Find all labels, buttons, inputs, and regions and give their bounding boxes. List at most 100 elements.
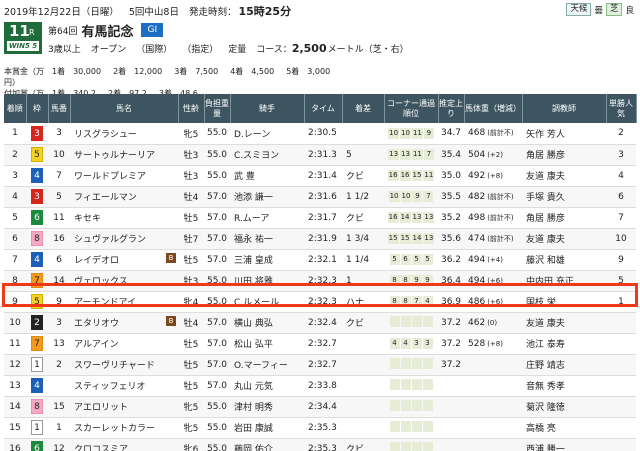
trainer-link[interactable]: 友道 康夫 <box>526 319 565 329</box>
horse-name-link[interactable]: レイデオロ <box>74 256 119 266</box>
cell-trainer: 国枝 栄 <box>522 291 606 313</box>
horse-name-link[interactable]: クロコスミア <box>74 445 128 451</box>
jockey-link[interactable]: 福永 祐一 <box>234 235 273 245</box>
trainer-link[interactable]: 菊沢 隆徳 <box>526 403 565 413</box>
table-row[interactable]: 3 4 7 ワールドプレミア 牡3 55.0 武 豊 2:31.4 クビ 16 16 15 11 35.0… <box>4 165 636 187</box>
horse-name-link[interactable]: リスグラシュー <box>74 130 137 140</box>
cell-sex-age: 牡3 <box>178 144 204 166</box>
horse-name-link[interactable]: スカーレットカラー <box>74 424 155 434</box>
trainer-link[interactable]: 国枝 栄 <box>526 298 556 308</box>
trainer-link[interactable]: 手塚 貴久 <box>526 193 565 203</box>
horse-name-link[interactable]: ワールドプレミア <box>74 172 146 182</box>
header-horse-name[interactable]: 馬名 <box>70 94 179 123</box>
jockey-link[interactable]: O.マーフィー <box>234 361 288 371</box>
cell-last-3f: 35.6 <box>438 228 464 250</box>
cell-body-weight <box>464 375 522 397</box>
table-row[interactable]: 8 7 14 ヴェロックス 牡3 55.0 川田 将雅 2:32.3 1 8 8 9 9 36.4 494(… <box>4 270 636 292</box>
horse-name-link[interactable]: シュヴァルグラン <box>74 235 146 245</box>
trainer-link[interactable]: 音無 秀孝 <box>526 382 565 392</box>
jockey-link[interactable]: 武 豊 <box>234 172 255 182</box>
trainer-link[interactable]: 中内田 充正 <box>526 277 574 287</box>
table-row[interactable]: 10 2 3 エタリオウ B 牡4 57.0 横山 典弘 2:32.4 クビ 37.2 462 (0) 友… <box>4 312 636 334</box>
horse-name-link[interactable]: スティッフェリオ <box>74 382 145 392</box>
trainer-link[interactable]: 高橋 亮 <box>526 424 556 434</box>
header-rank[interactable]: 着順 <box>4 94 27 123</box>
horse-name-link[interactable]: サートゥルナーリア <box>74 151 155 161</box>
body-weight-diff: (+2) <box>487 150 503 159</box>
body-weight-diff: (前計不) <box>487 234 514 243</box>
cell-corner-positions: 4433 <box>384 333 438 355</box>
header-corner-positions[interactable]: コーナー通過順位 <box>384 94 439 123</box>
header-body-weight[interactable]: 馬体重（増減） <box>464 94 523 123</box>
trainer-link[interactable]: 藤沢 和雄 <box>526 256 565 266</box>
cell-trainer: 友道 康夫 <box>522 165 606 187</box>
jockey-link[interactable]: 松山 弘平 <box>234 340 273 350</box>
cell-time: 2:35.3 <box>304 417 342 439</box>
trainer-link[interactable]: 友道 康夫 <box>526 235 565 245</box>
header-time[interactable]: タイム <box>304 94 343 123</box>
table-row[interactable]: 2 5 10 サートゥルナーリア 牡3 55.0 C.スミヨン 2:31.3 5 13 13 11 7 3… <box>4 144 636 166</box>
header-trainer[interactable]: 調教師 <box>522 94 607 123</box>
trainer-link[interactable]: 西浦 勝一 <box>526 445 565 451</box>
cell-trainer: 菊沢 隆徳 <box>522 396 606 418</box>
table-row[interactable]: 6 8 16 シュヴァルグラン 牡7 57.0 福永 祐一 2:31.9 1 3/4 15 15 14… <box>4 228 636 250</box>
cell-body-weight: 468 (前計不) <box>464 123 522 145</box>
horse-name-link[interactable]: エタリオウ <box>74 319 119 329</box>
jockey-link[interactable]: C.ルメール <box>234 298 279 308</box>
header-sex-age[interactable]: 性齢 <box>178 94 205 123</box>
jockey-link[interactable]: 池添 謙一 <box>234 193 273 203</box>
horse-name-link[interactable]: スワーヴリチャード <box>74 361 155 371</box>
horse-name-link[interactable]: アルアイン <box>74 340 118 350</box>
header-weight-carried[interactable]: 負担重量 <box>204 94 231 123</box>
horse-name-link[interactable]: キセキ <box>74 214 101 224</box>
trainer-link[interactable]: 角居 勝彦 <box>526 214 565 224</box>
header-last-3f[interactable]: 推定上り <box>438 94 465 123</box>
header-horse-number[interactable]: 馬番 <box>48 94 71 123</box>
table-row[interactable]: 9 5 9 アーモンドアイ 牝4 55.0 C.ルメール 2:32.3 ハナ 8 8 7 4 36.9 48… <box>4 291 636 313</box>
horse-name-link[interactable]: ヴェロックス <box>74 277 128 287</box>
jockey-link[interactable]: 藤岡 佑介 <box>234 445 273 451</box>
table-row[interactable]: 12 1 2 スワーヴリチャード 牡5 57.0 O.マーフィー 2:32.7 37.2 庄野 靖… <box>4 354 636 376</box>
table-row[interactable]: 1 3 3 リスグラシュー 牝5 55.0 D.レーン 2:30.5 10 10 11 9 34.7 46… <box>4 123 636 145</box>
table-row[interactable]: 7 4 6 レイデオロ B 牡5 57.0 三浦 皇成 2:32.1 1 1/4 5 6 5 5 36.2 4… <box>4 249 636 271</box>
trainer-link[interactable]: 友道 康夫 <box>526 172 565 182</box>
jockey-link[interactable]: D.レーン <box>234 130 270 140</box>
cell-rank: 15 <box>4 417 26 439</box>
jockey-link[interactable]: R.ムーア <box>234 214 269 224</box>
table-row[interactable]: 5 6 11 キセキ 牡5 57.0 R.ムーア 2:31.7 クビ 16 14 13 13 35.2 49… <box>4 207 636 229</box>
weather-label: 天候 <box>566 3 592 16</box>
table-row[interactable]: 16 6 12 クロコスミア 牝6 55.0 藤岡 佑介 2:35.3 クビ 西浦 勝一 <box>4 438 636 451</box>
trainer-link[interactable]: 池江 泰寿 <box>526 340 565 350</box>
corner-position: 13 <box>388 149 400 160</box>
table-row[interactable]: 13 4 スティッフェリオ 牡5 57.0 丸山 元気 2:33.8 音無 秀孝 <box>4 375 636 397</box>
cell-sex-age: 牝6 <box>178 438 204 451</box>
jockey-link[interactable]: 岩田 康誠 <box>234 424 273 434</box>
horse-name-link[interactable]: アーモンドアイ <box>74 298 136 308</box>
table-row[interactable]: 4 3 5 フィエールマン 牡4 57.0 池添 謙一 2:31.6 1 1/2 10 10 9 7 35… <box>4 186 636 208</box>
trainer-link[interactable]: 矢作 芳人 <box>526 130 565 140</box>
jockey-link[interactable]: 川田 将雅 <box>234 277 273 287</box>
header-jockey[interactable]: 騎手 <box>230 94 305 123</box>
jockey-link[interactable]: 三浦 皇成 <box>234 256 273 266</box>
table-row[interactable]: 14 8 15 アエロリット 牝5 55.0 津村 明秀 2:34.4 菊沢 隆徳 <box>4 396 636 418</box>
horse-name-link[interactable]: アエロリット <box>74 403 128 413</box>
condition-age: 3歳以上 <box>48 45 81 55</box>
body-weight: 494 <box>468 275 486 286</box>
jockey-link[interactable]: C.スミヨン <box>234 151 279 161</box>
jockey-link[interactable]: 丸山 元気 <box>234 382 273 392</box>
corner-position <box>389 441 400 451</box>
header-margin[interactable]: 着差 <box>342 94 385 123</box>
corner-position: 10 <box>400 127 411 139</box>
corner-position <box>422 315 433 327</box>
header-popularity[interactable]: 単勝人気 <box>606 94 637 123</box>
trainer-link[interactable]: 庄野 靖志 <box>526 361 565 371</box>
horse-name-link[interactable]: フィエールマン <box>74 193 137 203</box>
header-waku[interactable]: 枠 <box>26 94 49 123</box>
trainer-link[interactable]: 角居 勝彦 <box>526 151 565 161</box>
table-row[interactable]: 15 1 1 スカーレットカラー 牝5 55.0 岩田 康誠 2:35.3 高橋 亮 <box>4 417 636 439</box>
table-row[interactable]: 11 7 13 アルアイン 牡5 57.0 松山 弘平 2:32.7 4 4 3 3 37.2 528 (+… <box>4 333 636 355</box>
cell-trainer: 矢作 芳人 <box>522 123 606 145</box>
jockey-link[interactable]: 津村 明秀 <box>234 403 273 413</box>
jockey-link[interactable]: 横山 典弘 <box>234 319 273 329</box>
cell-corner-positions: 10 10 11 9 <box>384 123 438 145</box>
